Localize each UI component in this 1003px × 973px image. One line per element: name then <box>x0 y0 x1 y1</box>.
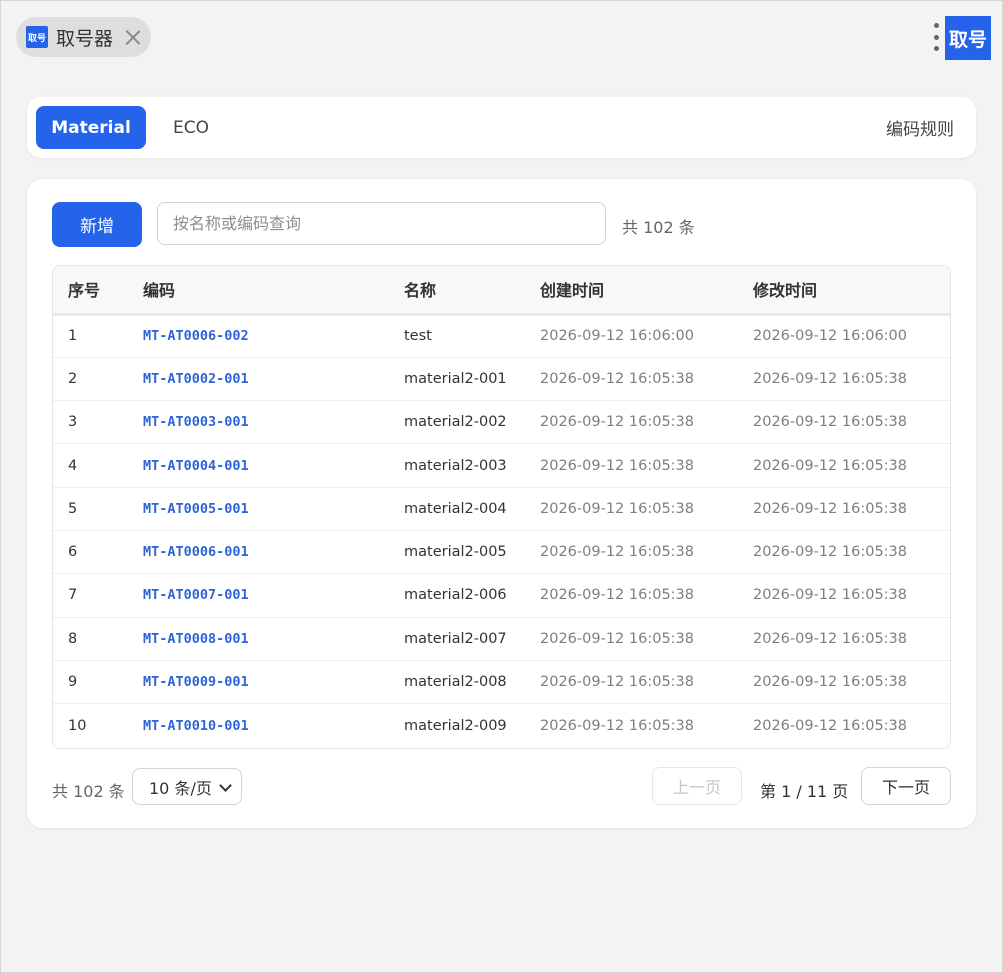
cell-index: 9 <box>68 674 78 691</box>
table-row[interactable]: 3 MT-AT0003-001 material2-002 2026-09-12 16… <box>53 401 950 444</box>
brand-badge: 取号 <box>945 16 991 60</box>
cell-name: material2-004 <box>404 500 507 517</box>
cell-index: 3 <box>68 414 78 431</box>
column-header-code[interactable]: 编码 <box>128 266 389 314</box>
table-row[interactable]: 8 MT-AT0008-001 material2-007 2026-09-12 16… <box>53 617 950 661</box>
cell-code[interactable]: MT-AT0003-001 <box>128 401 389 444</box>
cell-index: 6 <box>68 544 78 561</box>
cell-code[interactable]: MT-AT0004-001 <box>128 444 389 487</box>
table-row[interactable]: 9 MT-AT0009-001 material2-008 2026-09-12 16… <box>53 660 950 704</box>
cell-name: material2-002 <box>404 414 507 431</box>
prev-page-button[interactable]: 上一页 <box>652 767 742 805</box>
column-header-name[interactable]: 名称 <box>389 266 525 314</box>
data-table: 序号 编码 名称 创建时间 修改时间 1 MT-AT0006-002 test 202… <box>52 265 951 749</box>
cell-modified: 2026-09-12 16:05:38 <box>753 370 907 387</box>
cell-modified: 2026-09-12 16:05:38 <box>753 587 907 604</box>
cell-name: material2-009 <box>404 717 507 734</box>
table-header-row: 序号 编码 名称 创建时间 修改时间 <box>53 266 950 314</box>
cell-modified: 2026-09-12 16:05:38 <box>753 717 907 734</box>
close-icon[interactable] <box>125 29 141 45</box>
cell-created: 2026-09-12 16:05:38 <box>540 587 694 604</box>
cell-created: 2026-09-12 16:05:38 <box>540 457 694 474</box>
search-input[interactable] <box>157 202 606 245</box>
table-row[interactable]: 4 MT-AT0004-001 material2-003 2026-09-12 16… <box>53 444 950 488</box>
page-size-value: 10 条/页 <box>149 778 212 798</box>
more-vertical-icon[interactable] <box>933 23 939 51</box>
cell-name: material2-008 <box>404 674 507 691</box>
cell-name: material2-005 <box>404 544 507 561</box>
chevron-down-icon <box>219 779 232 792</box>
add-button[interactable]: 新增 <box>52 202 142 247</box>
table-row[interactable]: 7 MT-AT0007-001 material2-006 2026-09-12 16… <box>53 574 950 618</box>
cell-modified: 2026-09-12 16:05:38 <box>753 500 907 517</box>
cell-created: 2026-09-12 16:05:38 <box>540 630 694 647</box>
cell-name: material2-003 <box>404 457 507 474</box>
cell-modified: 2026-09-12 16:05:38 <box>753 457 907 474</box>
cell-code[interactable]: MT-AT0006-001 <box>128 530 389 573</box>
tab-material[interactable]: Material <box>36 106 146 149</box>
app-logo-icon: 取号 <box>26 26 48 48</box>
cell-index: 1 <box>68 328 78 345</box>
app-title: 取号器 <box>56 27 114 50</box>
cell-index: 4 <box>68 457 78 474</box>
cell-name: material2-006 <box>404 587 507 604</box>
cell-code[interactable]: MT-AT0002-001 <box>128 357 389 400</box>
page-size-select[interactable]: 10 条/页 <box>132 768 242 805</box>
table-row[interactable]: 5 MT-AT0005-001 material2-004 2026-09-12 16… <box>53 487 950 531</box>
cell-created: 2026-09-12 16:05:38 <box>540 674 694 691</box>
cell-modified: 2026-09-12 16:06:00 <box>753 328 907 345</box>
cell-created: 2026-09-12 16:05:38 <box>540 717 694 734</box>
cell-index: 5 <box>68 500 78 517</box>
table-row[interactable]: 10 MT-AT0010-001 material2-009 2026-09-12 1… <box>53 704 950 747</box>
column-header-index[interactable]: 序号 <box>53 266 128 314</box>
cell-index: 7 <box>68 587 78 604</box>
cell-created: 2026-09-12 16:05:38 <box>540 500 694 517</box>
cell-name: test <box>404 328 432 345</box>
table-row[interactable]: 2 MT-AT0002-001 material2-001 2026-09-12 16… <box>53 357 950 401</box>
cell-created: 2026-09-12 16:05:38 <box>540 544 694 561</box>
total-count: 共 102 条 <box>622 218 695 237</box>
cell-created: 2026-09-12 16:05:38 <box>540 370 694 387</box>
tab-eco[interactable]: ECO <box>161 106 221 149</box>
cell-code[interactable]: MT-AT0005-001 <box>128 487 389 530</box>
table-row[interactable]: 1 MT-AT0006-002 test 2026-09-12 16:06:00 202… <box>53 314 950 358</box>
cell-code[interactable]: MT-AT0010-001 <box>128 704 389 747</box>
cell-code[interactable]: MT-AT0006-002 <box>128 314 389 357</box>
cell-index: 2 <box>68 370 78 387</box>
cell-code[interactable]: MT-AT0007-001 <box>128 574 389 617</box>
cell-created: 2026-09-12 16:06:00 <box>540 328 694 345</box>
cell-name: material2-007 <box>404 630 507 647</box>
cell-code[interactable]: MT-AT0009-001 <box>128 660 389 703</box>
footer-total-count: 共 102 条 <box>52 782 125 801</box>
column-header-modified[interactable]: 修改时间 <box>738 266 950 314</box>
tab-bar: Material ECO 编码规则 <box>27 97 976 158</box>
column-header-created[interactable]: 创建时间 <box>525 266 738 314</box>
cell-index: 10 <box>68 717 87 734</box>
cell-code[interactable]: MT-AT0008-001 <box>128 617 389 660</box>
cell-created: 2026-09-12 16:05:38 <box>540 414 694 431</box>
app-tab[interactable]: 取号 取号器 <box>16 17 152 57</box>
tab-coding-rules[interactable]: 编码规则 <box>864 106 954 149</box>
cell-modified: 2026-09-12 16:05:38 <box>753 630 907 647</box>
main-panel: 新增 共 102 条 序号 编码 名称 创建时间 修改时间 1MT-AT000 <box>27 179 976 828</box>
cell-modified: 2026-09-12 16:05:38 <box>753 414 907 431</box>
page-indicator: 第 1 / 11 页 <box>760 782 849 801</box>
cell-modified: 2026-09-12 16:05:38 <box>753 544 907 561</box>
table-row[interactable]: 6 MT-AT0006-001 material2-005 2026-09-12 16… <box>53 530 950 574</box>
cell-modified: 2026-09-12 16:05:38 <box>753 674 907 691</box>
next-page-button[interactable]: 下一页 <box>861 767 951 805</box>
cell-name: material2-001 <box>404 370 507 387</box>
cell-index: 8 <box>68 630 78 647</box>
